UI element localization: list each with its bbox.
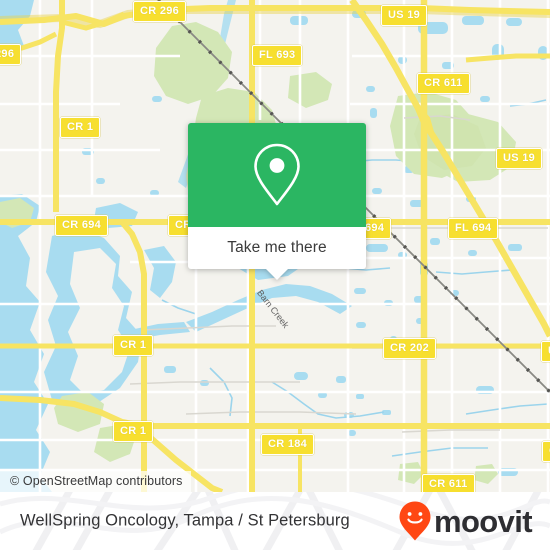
road-shield: CR 611: [417, 73, 470, 94]
road-shield: CR 296: [133, 1, 187, 22]
moovit-smiley-pin-icon: [399, 501, 431, 541]
road-shield: U: [541, 341, 550, 362]
road-shield: FL 694: [448, 218, 499, 239]
location-pin-icon: [254, 143, 300, 206]
road-shield: CR 1: [113, 421, 154, 442]
callout-footer[interactable]: Take me there: [188, 227, 366, 269]
callout-pointer: [266, 269, 288, 280]
road-shield: US 19: [496, 148, 543, 169]
footer-bar: WellSpring Oncology, Tampa / St Petersbu…: [0, 492, 550, 550]
moovit-wordmark: moovit: [433, 503, 533, 539]
road-shield: C: [542, 441, 550, 462]
road-shield: CR 184: [261, 434, 315, 455]
road-shield: FL 693: [252, 45, 303, 66]
map-canvas[interactable]: CR 296 296 FL 693 CR 611 US 19 US 19 CR 1 CR 69…: [0, 0, 550, 492]
place-callout-card[interactable]: Take me there: [188, 123, 366, 280]
road-shield: 296: [0, 44, 22, 65]
road-shield: CR 1: [60, 117, 101, 138]
road-shield: CR 611: [422, 474, 475, 492]
osm-attribution[interactable]: © OpenStreetMap contributors: [0, 471, 191, 492]
callout-header: [188, 123, 366, 227]
map-screenshot: CR 296 296 FL 693 CR 611 US 19 US 19 CR 1 CR 69…: [0, 0, 550, 550]
take-me-there-label: Take me there: [227, 239, 327, 256]
road-shield: CR 694: [55, 215, 109, 236]
place-title: WellSpring Oncology, Tampa / St Petersbu…: [20, 511, 350, 530]
road-shield: CR 1: [113, 335, 154, 356]
moovit-logo[interactable]: moovit: [398, 500, 533, 542]
road-shield: CR 202: [383, 338, 437, 359]
road-shield: US 19: [381, 5, 428, 26]
